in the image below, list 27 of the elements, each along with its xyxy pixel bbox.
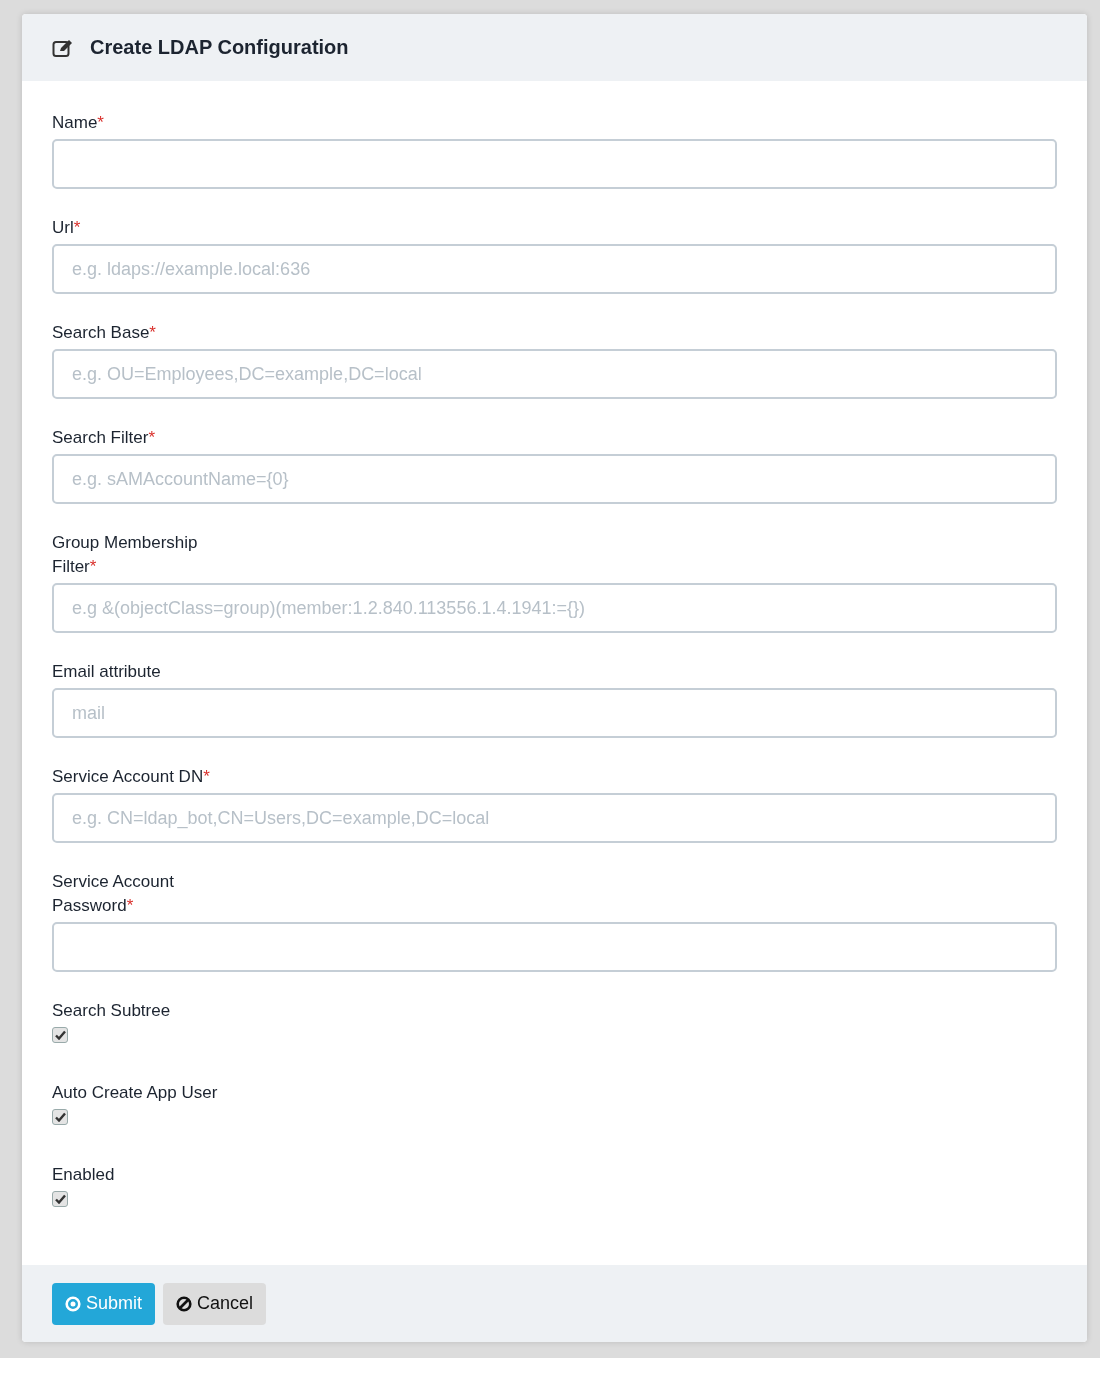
input-field[interactable] <box>52 139 1057 189</box>
field-label: Group Membership Filter* <box>52 532 199 578</box>
checkbox-label: Enabled <box>52 1164 116 1186</box>
field-label: Service Account Password* <box>52 871 175 917</box>
field-label: Name* <box>52 112 105 134</box>
cancel-button[interactable]: Cancel <box>163 1282 267 1325</box>
checkbox[interactable] <box>52 1027 68 1043</box>
circle-dot-icon <box>65 1295 81 1312</box>
input-field[interactable]: e.g. CN=ldap_bot,CN=Users,DC=example,DC=local <box>52 793 1057 843</box>
checkbox[interactable] <box>52 1191 68 1207</box>
card-title: Create LDAP Configuration <box>90 36 349 59</box>
input-field[interactable]: e.g. sAMAccountName={0} <box>52 454 1057 504</box>
edit-icon <box>52 37 74 58</box>
input-field[interactable]: mail <box>52 688 1057 738</box>
checkbox[interactable] <box>52 1109 68 1125</box>
input-field[interactable]: e.g &(objectClass=group)(member:1.2.840.113556.1.4.1941:={}) <box>52 583 1057 633</box>
input-field[interactable] <box>52 922 1057 972</box>
input-field[interactable]: e.g. ldaps://example.local:636 <box>52 244 1057 294</box>
field-label: Search Base* <box>52 322 157 344</box>
field-label: Url* <box>52 217 82 239</box>
field-label: Search Filter* <box>52 427 156 449</box>
input-field[interactable]: e.g. OU=Employees,DC=example,DC=local <box>52 349 1057 399</box>
field-label: Email attribute <box>52 661 162 683</box>
checkbox-label: Search Subtree <box>52 1000 172 1022</box>
field-label: Service Account DN* <box>52 766 211 788</box>
checkbox-label: Auto Create App User <box>52 1082 219 1104</box>
ban-icon <box>176 1295 193 1312</box>
